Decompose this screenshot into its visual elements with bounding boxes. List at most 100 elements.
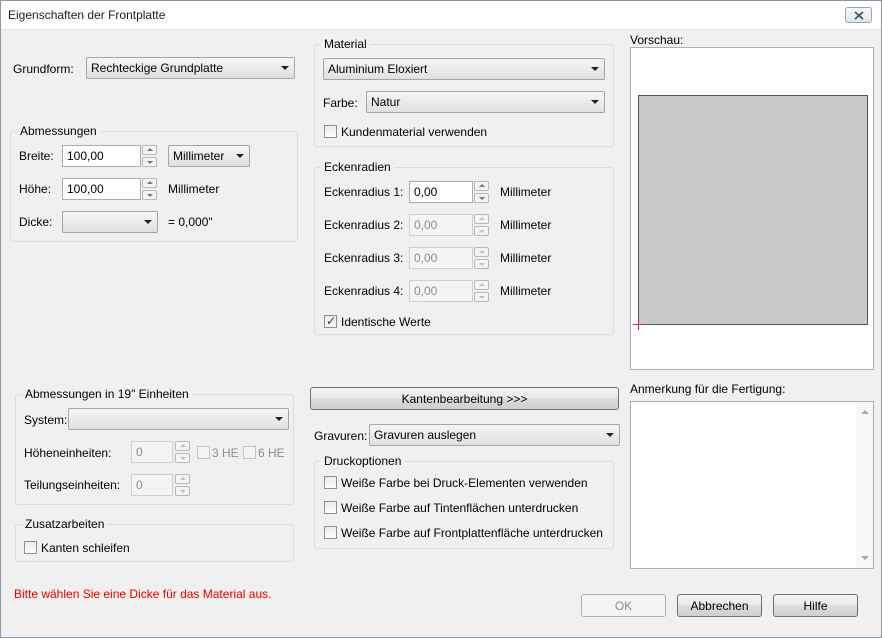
error-message: Bitte wählen Sie eine Dicke für das Mate… — [14, 587, 272, 601]
druck-option-3-label: Weiße Farbe auf Frontplattenfläche unter… — [341, 526, 603, 540]
eckenradius-4-unit: Millimeter — [500, 284, 552, 298]
close-button[interactable] — [845, 7, 872, 23]
spin-up-icon[interactable] — [474, 181, 489, 191]
eckenradius-1-unit: Millimeter — [500, 185, 552, 199]
abbrechen-button[interactable]: Abbrechen — [677, 594, 762, 617]
hoehe-label: Höhe: — [19, 182, 52, 196]
hoeheneinheiten-label: Höheneinheiten: — [24, 446, 112, 460]
gravuren-value: Gravuren auslegen — [374, 428, 477, 442]
grundform-select[interactable]: Rechteckige Grundplatte — [86, 57, 295, 79]
system-label: System: — [24, 413, 68, 427]
frontplatte-preview — [638, 95, 868, 325]
preview-canvas — [630, 47, 874, 370]
druck-option-2-label: Weiße Farbe auf Tintenflächen unterdruck… — [341, 501, 579, 515]
spin-up-icon — [474, 280, 489, 290]
3he-label: 3 HE — [212, 446, 239, 460]
eckenradius-2-input: 0,00 — [409, 214, 473, 236]
spin-up-icon — [175, 474, 190, 484]
chevron-down-icon — [591, 100, 599, 104]
identische-werte-label: Identische Werte — [341, 315, 431, 329]
teilungseinheiten-input: 0 — [131, 474, 173, 496]
anmerkung-title: Anmerkung für die Fertigung: — [630, 382, 786, 396]
spin-up-icon[interactable] — [142, 145, 157, 155]
breite-label: Breite: — [19, 149, 54, 163]
identische-werte-checkbox[interactable] — [324, 314, 337, 328]
kundenmaterial-checkbox[interactable] — [324, 125, 337, 138]
dicke-label: Dicke: — [19, 215, 53, 229]
spin-down-icon — [474, 292, 489, 302]
scroll-down-icon[interactable] — [861, 556, 869, 560]
abmessungen-title: Abmessungen — [17, 124, 100, 138]
spin-up-icon — [175, 441, 190, 451]
chevron-down-icon — [236, 154, 244, 158]
6he-checkbox — [243, 446, 256, 459]
spin-down-icon[interactable] — [474, 193, 489, 203]
eckenradius-3-label: Eckenradius 3: — [324, 251, 404, 265]
kundenmaterial-label: Kundenmaterial verwenden — [341, 125, 488, 139]
material-value: Aluminium Eloxiert — [328, 62, 428, 76]
gravuren-select[interactable]: Gravuren auslegen — [369, 424, 620, 446]
druck-option-1-label: Weiße Farbe bei Druck-Elementen verwende… — [341, 476, 588, 490]
spin-down-icon — [175, 453, 190, 463]
chevron-down-icon — [591, 67, 599, 71]
chevron-down-icon — [275, 417, 283, 421]
eckenradius-2-unit: Millimeter — [500, 218, 552, 232]
6he-label: 6 HE — [258, 446, 285, 460]
eckenradius-1-label: Eckenradius 1: — [324, 185, 404, 199]
title-bar: Eigenschaften der Frontplatte — [1, 1, 881, 30]
system-select[interactable] — [68, 408, 289, 430]
spin-down-icon[interactable] — [142, 190, 157, 200]
scroll-up-icon[interactable] — [861, 410, 869, 414]
eckenradius-3-spinner — [474, 247, 489, 269]
teilungseinheiten-label: Teilungseinheiten: — [24, 478, 121, 492]
dialog-window: Eigenschaften der Frontplatte Grundform:… — [0, 0, 882, 638]
zusatzarbeiten-title: Zusatzarbeiten — [22, 517, 108, 531]
spin-up-icon — [474, 214, 489, 224]
eckenradius-1-spinner[interactable] — [474, 181, 489, 203]
hilfe-button[interactable]: Hilfe — [773, 594, 858, 617]
kanten-schleifen-checkbox[interactable] — [24, 541, 37, 554]
spin-down-icon — [474, 259, 489, 269]
farbe-label: Farbe: — [323, 96, 358, 110]
druck-option-3-checkbox[interactable] — [324, 526, 337, 539]
grundform-label: Grundform: — [13, 62, 74, 76]
gravuren-label: Gravuren: — [314, 429, 368, 443]
druck-option-1-checkbox[interactable] — [324, 476, 337, 489]
grundform-value: Rechteckige Grundplatte — [91, 61, 224, 75]
kantenbearbeitung-button[interactable]: Kantenbearbeitung >>> — [310, 387, 619, 410]
einheiten19-title: Abmessungen in 19" Einheiten — [22, 387, 192, 401]
hoehe-spinner[interactable] — [142, 178, 157, 200]
window-title: Eigenschaften der Frontplatte — [8, 8, 166, 22]
teilungseinheiten-spinner — [175, 474, 190, 496]
breite-spinner[interactable] — [142, 145, 157, 167]
vorschau-title: Vorschau: — [630, 33, 684, 47]
hoeheneinheiten-input: 0 — [131, 441, 173, 463]
eckenradius-4-spinner — [474, 280, 489, 302]
spin-up-icon — [474, 247, 489, 257]
druckoptionen-title: Druckoptionen — [321, 454, 405, 468]
breite-input[interactable]: 100,00 — [62, 145, 141, 167]
druck-option-2-checkbox[interactable] — [324, 501, 337, 514]
breite-unit-select[interactable]: Millimeter — [168, 145, 250, 167]
spin-up-icon[interactable] — [142, 178, 157, 188]
eckenradius-4-input: 0,00 — [409, 280, 473, 302]
ok-button[interactable]: OK — [581, 594, 666, 617]
farbe-value: Natur — [371, 95, 401, 109]
spin-down-icon[interactable] — [142, 157, 157, 167]
dicke-select[interactable] — [62, 211, 158, 233]
dicke-result: = 0,000" — [168, 215, 213, 229]
3he-checkbox — [197, 446, 210, 459]
chevron-down-icon — [606, 433, 614, 437]
hoehe-input[interactable]: 100,00 — [62, 178, 141, 200]
material-select[interactable]: Aluminium Eloxiert — [323, 58, 605, 80]
eckenradien-title: Eckenradien — [321, 160, 394, 174]
eckenradius-3-unit: Millimeter — [500, 251, 552, 265]
eckenradius-1-input[interactable]: 0,00 — [409, 181, 473, 203]
anmerkung-scrollbar[interactable] — [856, 402, 873, 568]
eckenradius-2-spinner — [474, 214, 489, 236]
eckenradius-4-label: Eckenradius 4: — [324, 284, 404, 298]
anmerkung-textarea[interactable] — [630, 401, 874, 569]
breite-unit-value: Millimeter — [173, 149, 225, 163]
kanten-schleifen-label: Kanten schleifen — [41, 541, 130, 555]
farbe-select[interactable]: Natur — [366, 91, 605, 113]
